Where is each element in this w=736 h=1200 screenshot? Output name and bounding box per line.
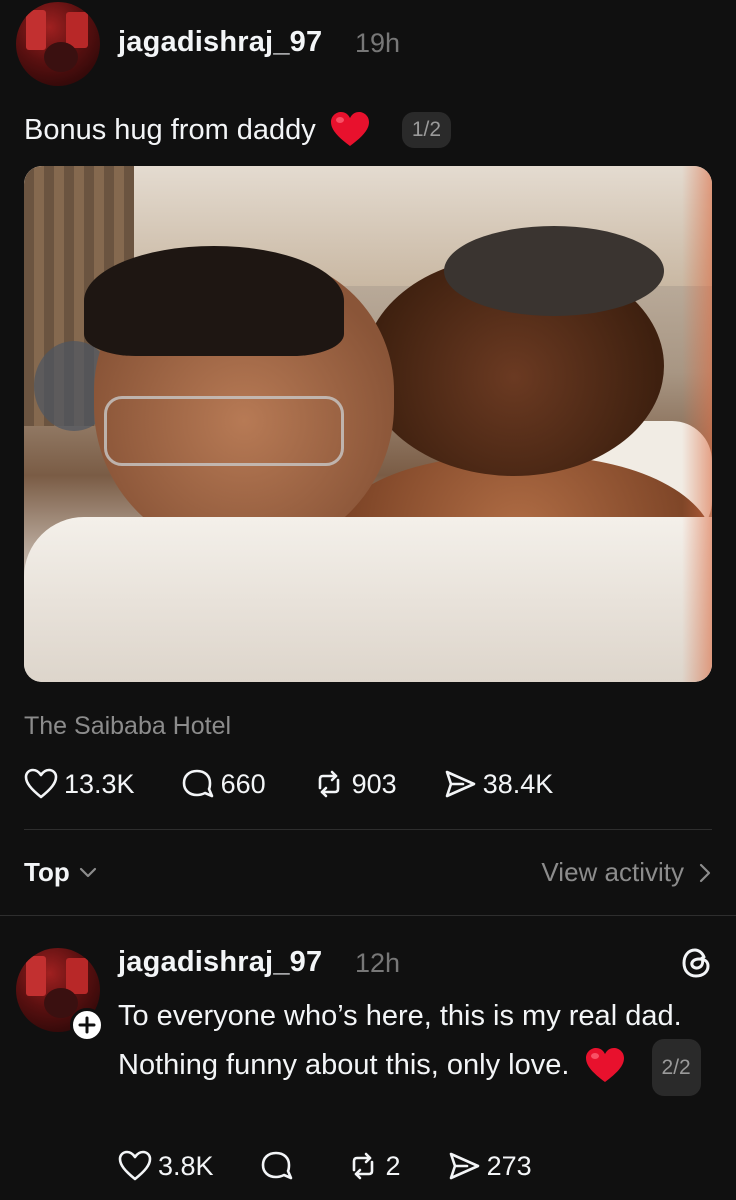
divider (24, 829, 712, 830)
repost-button[interactable]: 2 (346, 1150, 401, 1182)
view-activity-link[interactable]: View activity (541, 857, 712, 888)
timestamp: 19h (355, 28, 401, 58)
repost-icon (318, 770, 339, 798)
location-tag[interactable]: The Saibaba Hotel (24, 712, 231, 741)
red-heart-emoji (330, 112, 369, 146)
thread-pager-badge: 2/2 (651, 1039, 701, 1096)
share-button[interactable]: 38.4K (443, 768, 554, 800)
view-activity-label: View activity (541, 857, 684, 887)
sort-dropdown[interactable]: Top (24, 857, 98, 888)
post-actions: 13.3K 660 903 38.4K (24, 768, 599, 800)
repost-count: 2 (385, 1150, 401, 1181)
red-heart-emoji (586, 1048, 625, 1083)
share-count: 38.4K (482, 768, 554, 799)
repost-button[interactable]: 903 (312, 768, 397, 800)
like-count: 3.8K (158, 1150, 214, 1181)
section-divider (0, 915, 736, 916)
reply-button[interactable] (260, 1150, 300, 1182)
reply-button[interactable]: 660 (181, 768, 266, 800)
share-icon (445, 770, 475, 798)
avatar[interactable] (16, 2, 100, 86)
plus-icon (78, 1016, 96, 1034)
post-photo[interactable] (24, 166, 712, 682)
username[interactable]: jagadishraj_97 (118, 946, 322, 979)
post-actions: 3.8K 2 273 (118, 1150, 578, 1182)
threads-icon[interactable] (680, 946, 714, 980)
reply-text: To everyone who’s here, this is my real … (118, 994, 708, 1096)
chevron-down-icon (79, 867, 96, 877)
like-button[interactable]: 3.8K (118, 1150, 214, 1182)
repost-icon (352, 1152, 373, 1180)
username[interactable]: jagadishraj_97 (118, 26, 322, 59)
share-button[interactable]: 273 (447, 1150, 532, 1182)
heart-icon (24, 768, 58, 799)
repost-count: 903 (351, 768, 397, 799)
timestamp: 12h (355, 948, 401, 978)
reply-count: 660 (220, 768, 266, 799)
caption-text: Bonus hug from daddy (24, 113, 316, 146)
post-header: jagadishraj_97 19h (16, 0, 716, 90)
like-count: 13.3K (64, 768, 135, 799)
sort-label: Top (24, 857, 70, 887)
heart-icon (118, 1150, 152, 1181)
follow-button[interactable] (70, 1008, 104, 1042)
thread-pager-badge: 1/2 (401, 112, 452, 148)
comment-icon (261, 1151, 292, 1180)
like-button[interactable]: 13.3K (24, 768, 135, 800)
comment-icon (182, 769, 213, 798)
share-count: 273 (486, 1150, 532, 1181)
share-icon (449, 1152, 479, 1180)
post-caption: Bonus hug from daddy 1/2 (24, 112, 452, 148)
chevron-right-icon (699, 863, 711, 882)
